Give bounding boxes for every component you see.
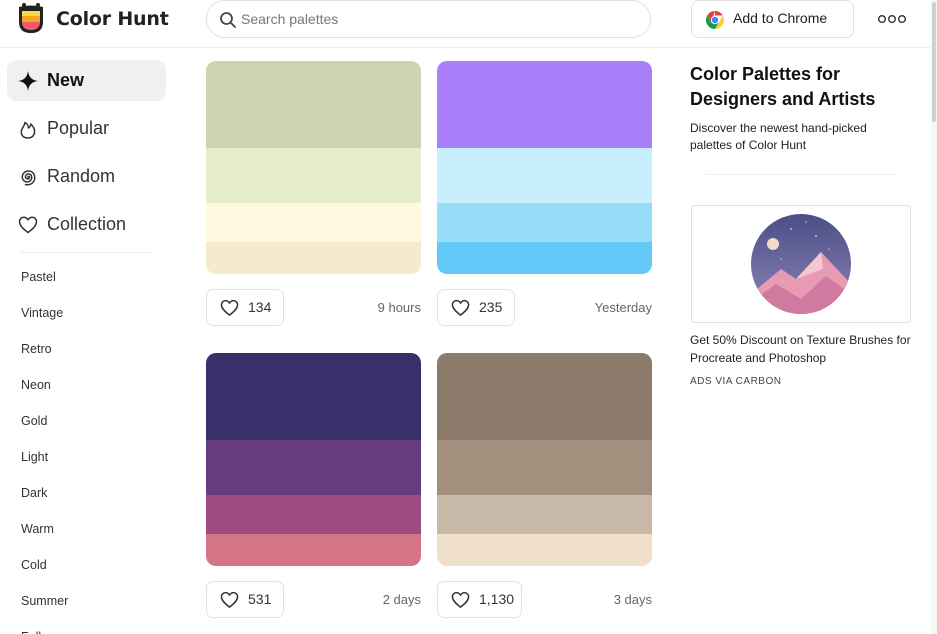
tag-gold[interactable]: Gold	[21, 414, 47, 428]
like-button[interactable]: 134	[206, 289, 284, 326]
search-icon	[220, 12, 236, 28]
ads-via-carbon-link[interactable]: ADS VIA CARBON	[690, 376, 781, 387]
color-swatch[interactable]	[206, 61, 421, 148]
color-swatch[interactable]	[206, 353, 421, 440]
sidebar-item-collection[interactable]: Collection	[7, 204, 166, 245]
palette-timestamp: 3 days	[613, 592, 652, 607]
spiral-icon	[21, 170, 36, 186]
palette-swatches[interactable]	[437, 353, 652, 566]
top-header: Color Hunt Add to Chrome	[0, 0, 937, 48]
color-swatch[interactable]	[437, 203, 652, 242]
sparkle-icon	[18, 71, 38, 91]
palette-timestamp: 9 hours	[377, 300, 421, 315]
page-description: Discover the newest hand-picked palettes…	[690, 121, 867, 152]
tag-cold[interactable]: Cold	[21, 558, 47, 572]
tag-fall[interactable]: Fall	[21, 630, 41, 634]
color-swatch[interactable]	[437, 440, 652, 495]
color-swatch[interactable]	[437, 534, 652, 566]
sidebar-item-popular[interactable]: Popular	[7, 108, 166, 149]
heart-icon	[220, 591, 239, 608]
add-to-chrome-button[interactable]: Add to Chrome	[691, 0, 854, 38]
more-options-icon[interactable]	[876, 10, 908, 28]
sidebar-item-label: Popular	[47, 118, 110, 138]
heart-icon	[451, 591, 470, 608]
sidebar-divider	[20, 252, 152, 253]
ad-text-link[interactable]: Get 50% Discount on Texture Brushes for …	[690, 331, 915, 367]
tag-neon[interactable]: Neon	[21, 378, 51, 392]
palette-swatches[interactable]	[206, 61, 421, 274]
color-swatch[interactable]	[206, 495, 421, 534]
like-count: 134	[248, 299, 272, 315]
color-swatch[interactable]	[437, 61, 652, 148]
like-count: 235	[479, 299, 503, 315]
palette-swatches[interactable]	[437, 61, 652, 274]
like-count: 1,130	[479, 591, 515, 607]
heart-icon	[18, 216, 38, 234]
color-hunt-logo[interactable]	[14, 2, 48, 36]
heart-icon	[451, 299, 470, 316]
scrollbar-thumb[interactable]	[932, 2, 936, 122]
like-button[interactable]: 1,130	[437, 581, 522, 618]
search-input[interactable]	[241, 9, 641, 29]
color-swatch[interactable]	[206, 148, 421, 203]
sidebar-item-new[interactable]: New	[7, 60, 166, 101]
like-count: 531	[248, 591, 272, 607]
sidebar-item-label: Random	[47, 166, 116, 186]
search-bar[interactable]	[206, 0, 651, 38]
tag-pastel[interactable]: Pastel	[21, 270, 56, 284]
tag-dark[interactable]: Dark	[21, 486, 47, 500]
like-button[interactable]: 531	[206, 581, 284, 618]
color-swatch[interactable]	[437, 495, 652, 534]
heart-icon	[220, 299, 239, 316]
palette-swatches[interactable]	[206, 353, 421, 566]
palette-timestamp: Yesterday	[594, 300, 652, 315]
palette-timestamp: 2 days	[382, 592, 421, 607]
brand-name[interactable]: Color Hunt	[56, 8, 169, 30]
ad-image-mountains	[751, 214, 851, 314]
tag-summer[interactable]: Summer	[21, 594, 68, 608]
color-swatch[interactable]	[437, 242, 652, 274]
color-swatch[interactable]	[437, 148, 652, 203]
sidebar: New Popular Random Collection Pastel Vint…	[0, 48, 180, 634]
tag-warm[interactable]: Warm	[21, 522, 54, 536]
right-divider	[706, 174, 898, 175]
page-scrollbar[interactable]	[931, 0, 937, 634]
like-button[interactable]: 235	[437, 289, 515, 326]
tag-light[interactable]: Light	[21, 450, 48, 464]
tag-retro[interactable]: Retro	[21, 342, 52, 356]
chrome-icon	[706, 11, 724, 29]
tag-vintage[interactable]: Vintage	[21, 306, 63, 320]
flame-icon	[20, 121, 36, 139]
color-swatch[interactable]	[206, 203, 421, 242]
color-swatch[interactable]	[206, 242, 421, 274]
page-title: Color Palettes for Designers and Artists	[690, 64, 876, 109]
color-swatch[interactable]	[437, 353, 652, 440]
sidebar-item-label: New	[47, 70, 85, 90]
sidebar-item-random[interactable]: Random	[7, 156, 166, 197]
ad-banner[interactable]	[691, 205, 911, 323]
add-to-chrome-label: Add to Chrome	[733, 10, 828, 26]
sidebar-item-label: Collection	[47, 214, 127, 234]
color-swatch[interactable]	[206, 440, 421, 495]
color-swatch[interactable]	[206, 534, 421, 566]
